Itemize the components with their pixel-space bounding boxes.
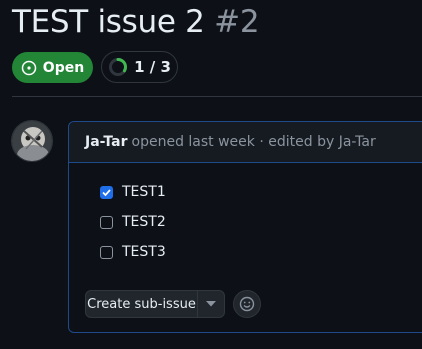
checkbox-icon[interactable] (100, 245, 113, 259)
issue-title: TEST issue 2 #2 (12, 4, 260, 40)
issue-state-badge: Open (12, 52, 93, 83)
issue-number: #2 (214, 4, 260, 40)
create-sub-issue-button-group: Create sub-issue (85, 290, 225, 318)
task-label: TEST3 (122, 244, 166, 260)
task-label: TEST1 (122, 184, 166, 200)
header-divider (12, 96, 422, 97)
issue-body-comment: Ja-Tar opened last week · edited by Ja-T… (68, 121, 422, 333)
comment-author-link[interactable]: Ja-Tar (85, 134, 128, 150)
task-list-item: TEST2 (100, 214, 166, 230)
issue-title-text: TEST issue 2 (12, 4, 205, 40)
comment-header: Ja-Tar opened last week · edited by Ja-T… (69, 122, 422, 163)
comment-meta: opened last week · edited by Ja-Tar (131, 134, 376, 150)
avatar[interactable] (11, 120, 53, 162)
task-list-item: TEST3 (100, 244, 166, 260)
add-reaction-button[interactable] (233, 290, 261, 318)
issue-state-label: Open (42, 59, 85, 76)
chevron-down-icon (206, 301, 216, 307)
issue-opened-icon (21, 60, 37, 76)
create-sub-issue-button[interactable]: Create sub-issue (86, 291, 198, 317)
task-list-item: TEST1 (100, 184, 166, 200)
checkbox-icon[interactable] (100, 185, 113, 199)
progress-text: 1 / 3 (134, 58, 171, 76)
smiley-icon (239, 296, 255, 312)
progress-ring-icon (108, 57, 128, 77)
task-label: TEST2 (122, 214, 166, 230)
create-sub-issue-dropdown[interactable] (198, 291, 224, 317)
checkbox-icon[interactable] (100, 215, 113, 229)
sub-issue-progress-badge[interactable]: 1 / 3 (101, 51, 178, 83)
